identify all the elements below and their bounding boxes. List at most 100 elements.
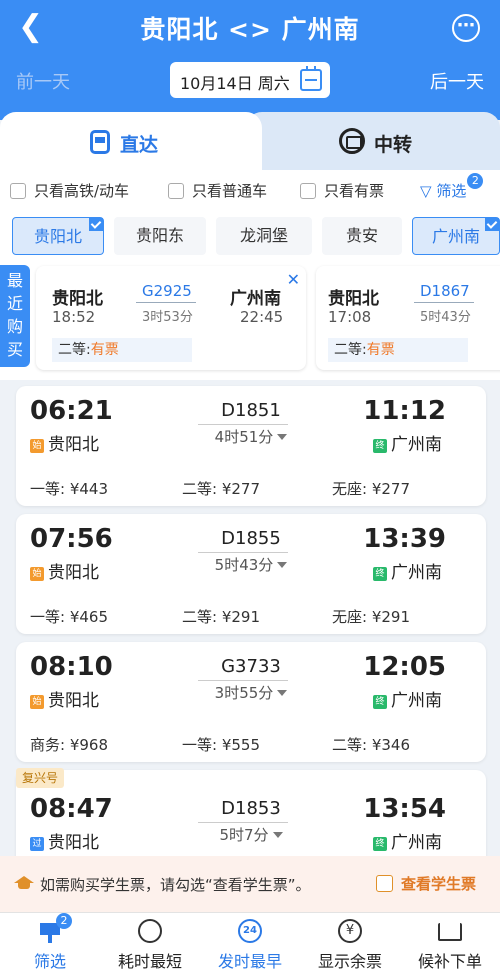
end-station-mark: 终 bbox=[373, 695, 387, 709]
train-icon bbox=[90, 130, 110, 154]
graduation-cap-icon bbox=[14, 876, 34, 890]
filter-count-badge: 2 bbox=[56, 913, 72, 929]
yen-icon: ¥ bbox=[338, 919, 362, 943]
departure-station: 过贵阳北 bbox=[30, 828, 99, 853]
caret-down-icon bbox=[277, 434, 288, 440]
prev-day-button[interactable]: 前一天 bbox=[16, 68, 70, 94]
train-card[interactable]: 08:10 G3733 3时55分 12:05 始贵阳北 终广州南 商务: ¥9… bbox=[16, 642, 486, 762]
end-station-mark: 终 bbox=[373, 837, 387, 851]
recent-card[interactable]: 贵阳北 17:08 D1867 5时43分 二等:有票 bbox=[316, 266, 500, 370]
bottom-filter-button[interactable]: 2 筛选 bbox=[0, 913, 100, 971]
station-chip-label: 广州南 bbox=[431, 227, 480, 246]
station-chip-label: 贵阳北 bbox=[33, 227, 82, 246]
recent-route-line bbox=[414, 302, 474, 303]
recent-from-station: 贵阳北 bbox=[328, 289, 379, 309]
recent-route-line bbox=[136, 302, 196, 303]
sort-earliest-label: 发时最早 bbox=[217, 952, 282, 971]
notice-text: 如需购买学生票，请勾选“查看学生票”。 bbox=[40, 876, 311, 894]
seat-price: 一等: ¥555 bbox=[182, 736, 260, 754]
date-selector[interactable]: 10月14日 周六 bbox=[170, 62, 330, 98]
departure-station-name: 贵阳北 bbox=[48, 833, 99, 853]
sort-shortest-button[interactable]: 耗时最短 bbox=[100, 917, 200, 971]
close-icon[interactable]: ✕ bbox=[287, 270, 300, 289]
date-label: 10月14日 周六 bbox=[180, 74, 290, 93]
show-remaining-label: 显示余票 bbox=[317, 952, 382, 971]
station-chip-guian[interactable]: 贵安 bbox=[322, 217, 402, 255]
route-line bbox=[198, 822, 288, 823]
train-card[interactable]: 08:47 D1853 5时7分 13:54 过贵阳北 终广州南 bbox=[16, 770, 486, 870]
recent-to-station: 广州南 bbox=[230, 289, 281, 309]
tab-transfer-label: 中转 bbox=[374, 134, 413, 156]
checkbox-label: 只看高铁/动车 bbox=[34, 182, 130, 200]
route-line bbox=[198, 680, 288, 681]
arrival-station-name: 广州南 bbox=[391, 563, 442, 583]
arrival-station: 终广州南 bbox=[373, 686, 442, 711]
recent-from-station: 贵阳北 bbox=[52, 289, 103, 309]
next-day-button[interactable]: 后一天 bbox=[430, 68, 484, 94]
duration-text: 5时43分 bbox=[214, 556, 274, 574]
departure-station: 始贵阳北 bbox=[30, 686, 99, 711]
arrival-time: 13:54 bbox=[363, 794, 446, 824]
checkbox-regular[interactable]: 只看普通车 bbox=[168, 180, 267, 202]
station-chip-guiyangdong[interactable]: 贵阳东 bbox=[114, 217, 206, 255]
checkbox-label: 只看普通车 bbox=[192, 182, 268, 200]
sort-earliest-button[interactable]: 24 发时最早 bbox=[200, 917, 300, 971]
recent-seat-status: 二等:有票 bbox=[52, 338, 192, 362]
caret-down-icon bbox=[277, 690, 288, 696]
filter-button[interactable]: ▽ 筛选 2 bbox=[420, 173, 484, 201]
station-chip-longdongbao[interactable]: 龙洞堡 bbox=[216, 217, 312, 255]
checkbox-high-speed[interactable]: 只看高铁/动车 bbox=[10, 180, 129, 202]
recent-ticket-status: 有票 bbox=[366, 342, 395, 358]
station-chip-label: 龙洞堡 bbox=[239, 226, 288, 245]
arrival-time: 11:12 bbox=[363, 396, 446, 426]
tab-direct[interactable]: 直达 bbox=[0, 112, 262, 172]
clock-24-icon: 24 bbox=[238, 919, 262, 943]
timer-icon bbox=[138, 919, 162, 943]
waitlist-order-button[interactable]: 候补下单 bbox=[400, 917, 500, 971]
train-card[interactable]: 06:21 D1851 4时51分 11:12 始贵阳北 终广州南 一等: ¥4… bbox=[16, 386, 486, 506]
sort-shortest-label: 耗时最短 bbox=[117, 952, 182, 971]
recent-duration: 3时53分 bbox=[142, 310, 193, 325]
route-line bbox=[198, 424, 288, 425]
seat-price: 一等: ¥443 bbox=[30, 480, 108, 498]
train-card[interactable]: 07:56 D1855 5时43分 13:39 始贵阳北 终广州南 一等: ¥4… bbox=[16, 514, 486, 634]
seat-price: 无座: ¥291 bbox=[332, 608, 410, 626]
checkbox-box bbox=[10, 183, 26, 199]
arrival-station: 终广州南 bbox=[373, 558, 442, 583]
recent-duration: 5时43分 bbox=[420, 310, 471, 325]
recent-card[interactable]: 贵阳北 18:52 G2925 3时53分 广州南 22:45 二等:有票 ✕ bbox=[36, 266, 306, 370]
calendar-icon bbox=[300, 66, 322, 91]
show-remaining-button[interactable]: ¥ 显示余票 bbox=[300, 917, 400, 971]
arrival-station-name: 广州南 bbox=[391, 691, 442, 711]
checkbox-box bbox=[168, 183, 184, 199]
checkmark-icon bbox=[89, 218, 103, 231]
arrival-station-name: 广州南 bbox=[391, 435, 442, 455]
departure-station: 始贵阳北 bbox=[30, 430, 99, 455]
recent-seat-class: 二等: bbox=[58, 342, 91, 358]
recent-ticket-status: 有票 bbox=[90, 342, 119, 358]
caret-down-icon bbox=[272, 832, 283, 838]
route-line bbox=[198, 552, 288, 553]
student-ticket-notice: 如需购买学生票，请勾选“查看学生票”。 查看学生票 bbox=[0, 856, 500, 912]
arrival-station: 终广州南 bbox=[373, 828, 442, 853]
departure-station-name: 贵阳北 bbox=[48, 691, 99, 711]
start-station-mark: 始 bbox=[30, 567, 44, 581]
station-chip-guangzhounan[interactable]: 广州南 bbox=[412, 217, 500, 255]
station-chip-guiyangbei[interactable]: 贵阳北 bbox=[12, 217, 104, 255]
recent-train-number: G2925 bbox=[142, 282, 192, 300]
seat-price: 二等: ¥346 bbox=[332, 736, 410, 754]
recent-purchase-tag: 最近购买 bbox=[0, 265, 30, 367]
tab-transfer[interactable]: 中转 bbox=[246, 112, 500, 172]
start-station-mark: 始 bbox=[30, 695, 44, 709]
checkmark-icon bbox=[485, 218, 499, 231]
more-options-icon[interactable]: ⋯ bbox=[452, 14, 480, 42]
end-station-mark: 终 bbox=[373, 439, 387, 453]
student-ticket-checkbox[interactable]: 查看学生票 bbox=[376, 873, 476, 894]
pass-station-mark: 过 bbox=[30, 837, 44, 851]
recent-seat-class: 二等: bbox=[334, 342, 367, 358]
checkbox-available[interactable]: 只看有票 bbox=[300, 180, 384, 202]
seat-price: 无座: ¥277 bbox=[332, 480, 410, 498]
recent-purchase-label: 最近购买 bbox=[6, 271, 23, 359]
student-ticket-label: 查看学生票 bbox=[401, 875, 477, 893]
arrival-station-name: 广州南 bbox=[391, 833, 442, 853]
